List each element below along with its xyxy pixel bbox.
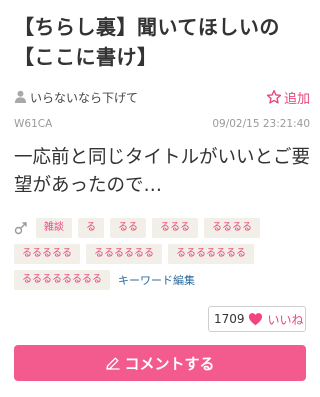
tag-chip[interactable]: るるるる xyxy=(204,217,260,238)
post-meta-row: いらないなら下げて 追加 xyxy=(14,86,310,108)
star-icon xyxy=(266,90,282,104)
tag-chip[interactable]: 雑談 xyxy=(36,217,72,238)
comment-button[interactable]: コメントする xyxy=(14,345,306,381)
tag-icon xyxy=(14,221,27,234)
post-author-name[interactable]: いらないなら下げて xyxy=(30,89,138,106)
user-id: W61CA xyxy=(14,118,53,130)
post-title: 【ちらし裏】聞いてほしいの 【ここに書け】 xyxy=(14,12,310,72)
add-favorite-button[interactable]: 追加 xyxy=(266,86,310,108)
post-body: 一応前と同じタイトルがいいとご要望があったので… xyxy=(14,147,311,196)
tag-list: 雑談 る るる るるる るるるる るるるるる るるるるるる るるるるるるる るる… xyxy=(14,216,310,294)
tag-row: るるるるる るるるるるる るるるるるるる xyxy=(14,242,310,265)
heart-icon xyxy=(248,313,262,326)
tag-row: 雑談 る るる るるる るるるる xyxy=(14,216,310,239)
post-title-line-1: 【ちらし裏】聞いてほしいの xyxy=(14,15,280,39)
post-timestamp: 09/02/15 23:21:40 xyxy=(212,118,310,130)
comment-button-label: コメントする xyxy=(124,354,215,373)
tag-row: るるるるるるるる キーワード編集 xyxy=(14,268,310,291)
post-title-line-2: 【ここに書け】 xyxy=(14,45,158,69)
keyword-edit-link[interactable]: キーワード編集 xyxy=(118,272,195,288)
pen-icon xyxy=(106,357,121,370)
like-button[interactable]: 1709 いいね xyxy=(208,306,306,332)
tag-chip[interactable]: るるる xyxy=(152,217,198,238)
tag-chip[interactable]: る xyxy=(78,217,104,238)
add-favorite-label: 追加 xyxy=(283,91,310,107)
user-icon xyxy=(14,90,27,103)
tag-chip[interactable]: るるるるる xyxy=(14,243,80,264)
tag-chip[interactable]: るるるるるる xyxy=(86,243,162,264)
tag-chip[interactable]: るる xyxy=(110,217,146,238)
like-count: 1709 xyxy=(214,312,245,326)
tag-chip[interactable]: るるるるるるる xyxy=(168,243,254,264)
like-label: いいね xyxy=(267,312,304,327)
tag-chip[interactable]: るるるるるるるる xyxy=(14,269,110,290)
post-info-row: W61CA 09/02/15 23:21:40 xyxy=(14,118,310,132)
